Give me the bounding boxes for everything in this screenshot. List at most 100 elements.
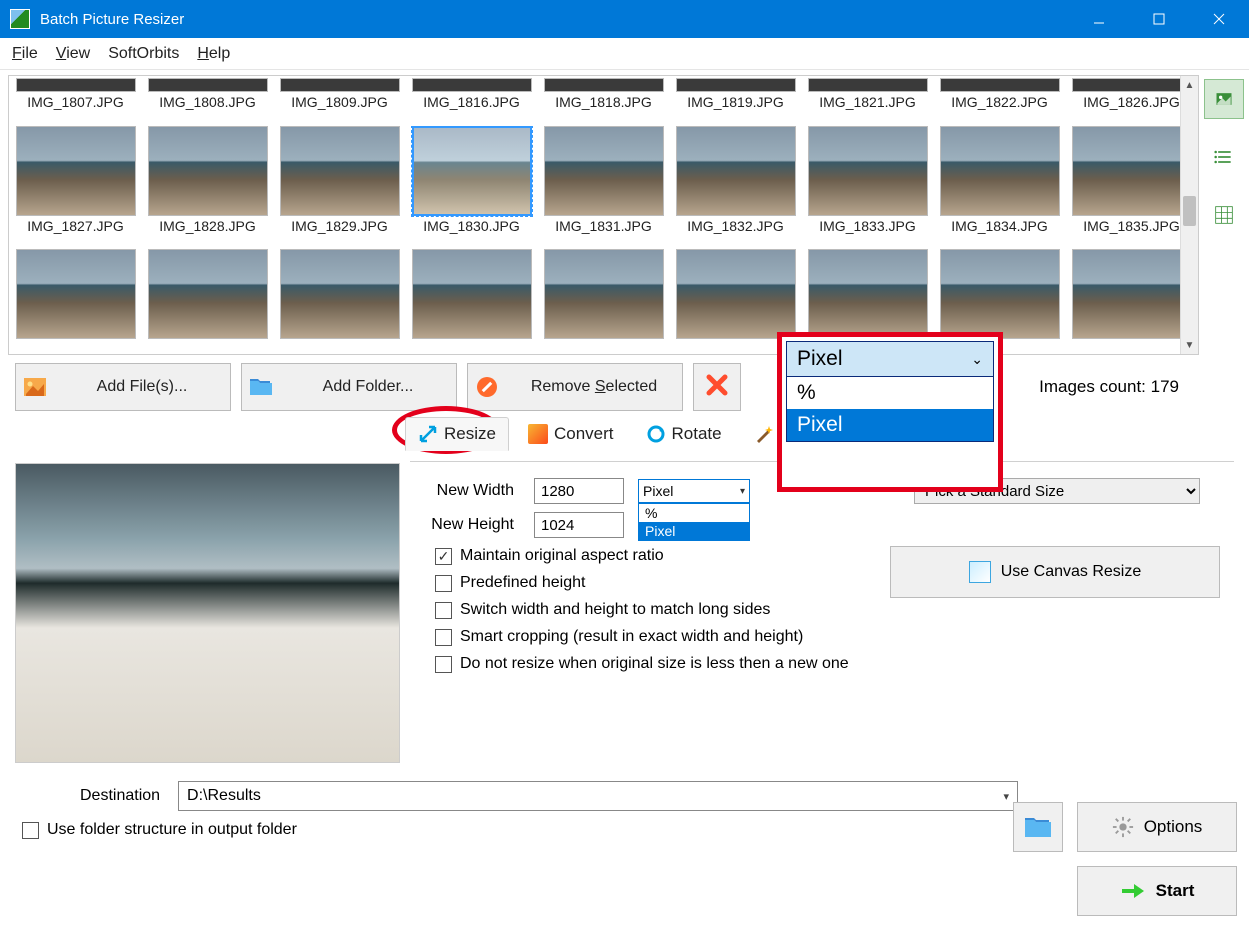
thumb-cell[interactable]: IMG_1808.JPG — [143, 78, 272, 123]
thumb-cell[interactable]: IMG_1819.JPG — [671, 78, 800, 123]
thumb-cell[interactable] — [1067, 249, 1196, 352]
maintain-ratio-checkbox[interactable] — [435, 548, 452, 565]
thumb-cell[interactable]: IMG_1829.JPG — [275, 126, 404, 247]
tab-resize[interactable]: Resize — [405, 417, 509, 451]
minimize-button[interactable] — [1069, 0, 1129, 38]
thumb-label: IMG_1829.JPG — [291, 218, 388, 234]
thumb-cell[interactable]: IMG_1826.JPG — [1067, 78, 1196, 123]
callout-selected-value: Pixel — [797, 347, 843, 371]
thumb-cell[interactable]: IMG_1822.JPG — [935, 78, 1064, 123]
thumb-cell[interactable] — [275, 249, 404, 352]
tab-rotate[interactable]: Rotate — [633, 417, 735, 451]
add-files-button[interactable]: Add File(s)... — [15, 363, 231, 411]
callout-option-percent[interactable]: % — [787, 377, 993, 409]
width-unit-dropdown[interactable]: % Pixel — [638, 503, 750, 541]
side-grid-button[interactable] — [1204, 195, 1244, 235]
menu-softorbits[interactable]: SoftOrbits — [108, 45, 179, 63]
thumbnail — [940, 78, 1060, 92]
thumbnail — [1072, 126, 1192, 216]
gallery-scrollbar[interactable]: ▲ ▼ — [1180, 76, 1198, 354]
new-height-input[interactable] — [534, 512, 624, 538]
maximize-button[interactable] — [1129, 0, 1189, 38]
menu-file[interactable]: File — [12, 45, 38, 63]
thumb-cell[interactable]: IMG_1830.JPG — [407, 126, 536, 247]
thumb-label: IMG_1809.JPG — [291, 94, 388, 110]
tab-convert-label: Convert — [554, 424, 614, 444]
remove-selected-button[interactable]: Remove Selected — [467, 363, 683, 411]
thumbnail — [148, 249, 268, 339]
add-folder-label: Add Folder... — [280, 378, 456, 396]
window-title: Batch Picture Resizer — [40, 11, 184, 28]
thumb-label: IMG_1830.JPG — [423, 218, 520, 234]
side-toolbar — [1199, 75, 1249, 355]
thumb-cell[interactable]: IMG_1807.JPG — [11, 78, 140, 123]
thumb-cell[interactable]: IMG_1809.JPG — [275, 78, 404, 123]
side-thumbnails-button[interactable] — [1204, 79, 1244, 119]
callout-options: % Pixel — [786, 377, 994, 442]
thumb-cell[interactable]: IMG_1818.JPG — [539, 78, 668, 123]
canvas-resize-button[interactable]: Use Canvas Resize — [890, 546, 1220, 598]
thumb-cell[interactable]: IMG_1828.JPG — [143, 126, 272, 247]
thumb-cell[interactable] — [143, 249, 272, 352]
gear-icon — [1112, 816, 1134, 838]
bottom-actions: Options Start — [1013, 802, 1237, 916]
browse-destination-button[interactable] — [1013, 802, 1063, 852]
new-height-label: New Height — [430, 516, 520, 534]
no-resize-smaller-checkbox[interactable] — [435, 656, 452, 673]
add-folder-button[interactable]: Add Folder... — [241, 363, 457, 411]
file-toolbar: Add File(s)... Add Folder... Remove Sele… — [0, 355, 1249, 411]
gallery-pane: IMG_1807.JPGIMG_1808.JPG IMG_1809.JPG IMG_… — [8, 75, 1199, 355]
unit-option-percent[interactable]: % — [639, 504, 749, 522]
thumb-cell[interactable] — [539, 249, 668, 352]
switch-wh-checkbox[interactable] — [435, 602, 452, 619]
predefined-height-checkbox[interactable] — [435, 575, 452, 592]
preview-image — [15, 463, 400, 763]
thumb-cell[interactable]: IMG_1816.JPG — [407, 78, 536, 123]
tab-rotate-label: Rotate — [672, 424, 722, 444]
thumbnail — [280, 249, 400, 339]
tab-convert[interactable]: Convert — [515, 417, 627, 451]
destination-label: Destination — [80, 787, 160, 805]
options-button[interactable]: Options — [1077, 802, 1237, 852]
remove-all-button[interactable] — [693, 363, 741, 411]
app-icon — [10, 9, 30, 29]
scroll-up-icon[interactable]: ▲ — [1181, 76, 1198, 94]
resize-panel: New Width Pixel ▾ % Pixel Pick a Standar… — [410, 461, 1234, 763]
tab-resize-label: Resize — [444, 424, 496, 444]
close-button[interactable] — [1189, 0, 1249, 38]
menu-view[interactable]: View — [56, 45, 90, 63]
thumb-label: IMG_1835.JPG — [1083, 218, 1180, 234]
start-button[interactable]: Start — [1077, 866, 1237, 916]
thumb-cell[interactable]: IMG_1831.JPG — [539, 126, 668, 247]
smart-crop-checkbox[interactable] — [435, 629, 452, 646]
convert-icon — [528, 424, 548, 444]
new-width-input[interactable] — [534, 478, 624, 504]
thumbnail — [808, 78, 928, 92]
width-unit-select[interactable]: Pixel ▾ % Pixel — [638, 479, 750, 503]
scroll-thumb[interactable] — [1183, 196, 1196, 226]
thumb-cell[interactable] — [407, 249, 536, 352]
thumb-cell[interactable]: IMG_1835.JPG — [1067, 126, 1196, 247]
thumb-cell[interactable]: IMG_1821.JPG — [803, 78, 932, 123]
thumb-cell[interactable]: IMG_1833.JPG — [803, 126, 932, 247]
thumb-cell[interactable]: IMG_1834.JPG — [935, 126, 1064, 247]
use-folder-structure-checkbox[interactable] — [22, 822, 39, 839]
thumb-cell[interactable]: IMG_1827.JPG — [11, 126, 140, 247]
add-files-label: Add File(s)... — [54, 378, 230, 396]
callout-dropdown: Pixel ⌄ % Pixel — [777, 332, 1003, 492]
thumb-cell[interactable] — [11, 249, 140, 352]
scroll-down-icon[interactable]: ▼ — [1181, 336, 1198, 354]
side-list-button[interactable] — [1204, 137, 1244, 177]
callout-option-pixel[interactable]: Pixel — [787, 409, 993, 441]
thumb-label: IMG_1816.JPG — [423, 94, 520, 110]
unit-option-pixel[interactable]: Pixel — [639, 522, 749, 540]
callout-select[interactable]: Pixel ⌄ — [786, 341, 994, 377]
new-width-label: New Width — [430, 482, 520, 500]
destination-combo[interactable]: D:\Results ▾ — [178, 781, 1018, 811]
menu-help[interactable]: Help — [197, 45, 230, 63]
thumb-label: IMG_1826.JPG — [1083, 94, 1180, 110]
thumbnail — [148, 78, 268, 92]
thumbnail — [676, 249, 796, 339]
resize-icon — [418, 424, 438, 444]
thumb-cell[interactable]: IMG_1832.JPG — [671, 126, 800, 247]
